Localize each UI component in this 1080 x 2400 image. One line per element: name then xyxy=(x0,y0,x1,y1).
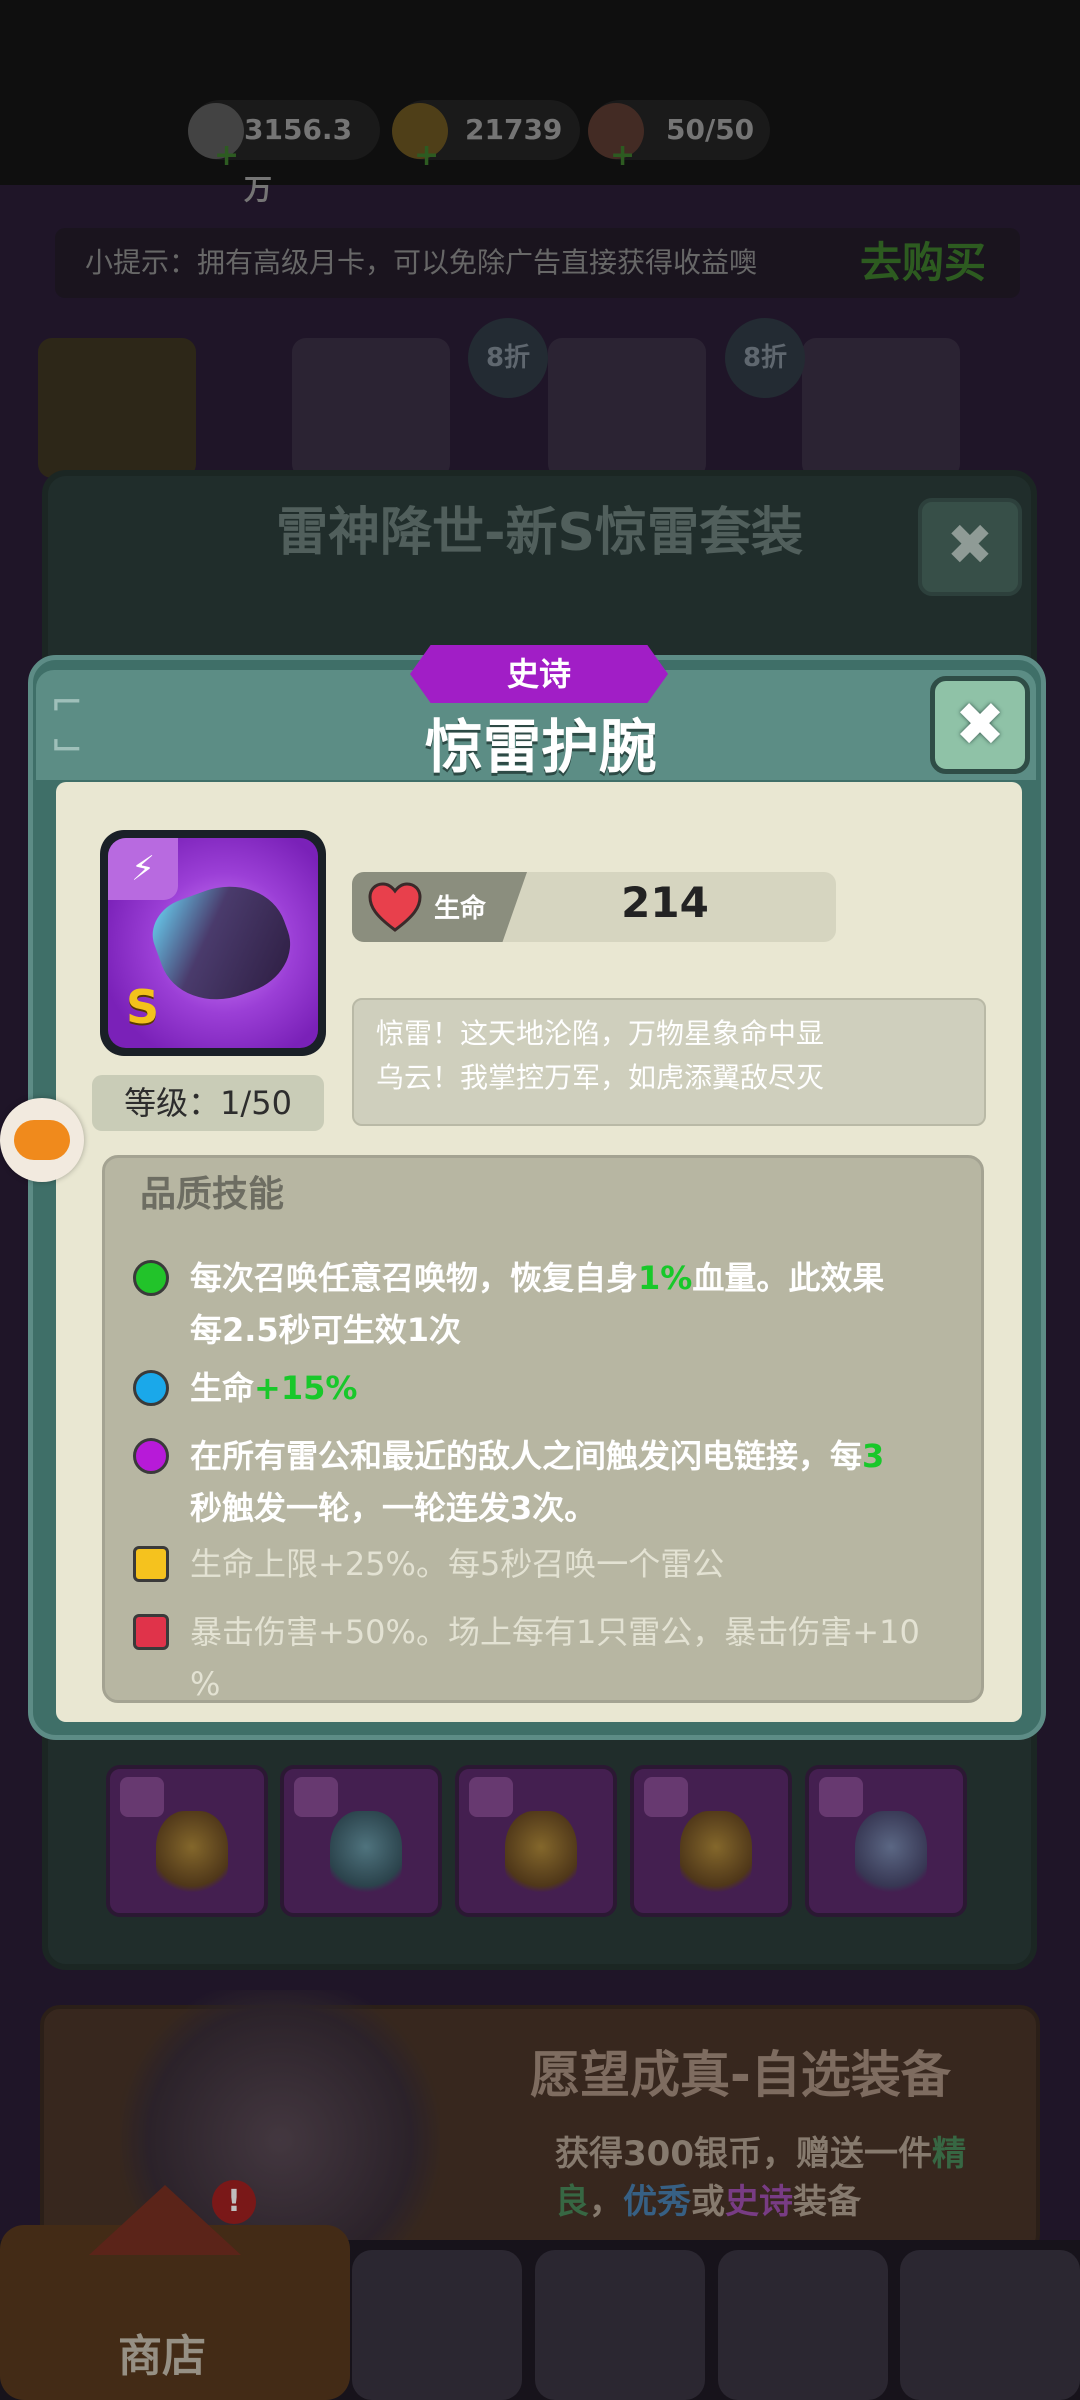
close-icon: ✖ xyxy=(954,690,1006,760)
armor-type-icon: ⚡ xyxy=(108,838,178,900)
close-button[interactable]: ✖ xyxy=(930,676,1030,774)
stat-label: 生命 xyxy=(434,894,487,924)
skill-dot-green-icon xyxy=(133,1260,169,1296)
heart-icon xyxy=(368,882,422,932)
skill-3-line2: 秒触发一轮，一轮连发3次。 xyxy=(190,1489,597,1527)
skill-3-text: 在所有雷公和最近的敌人之间触发闪电链接，每 xyxy=(190,1437,863,1475)
lock-icon xyxy=(133,1546,169,1582)
item-level: 等级：1/50 xyxy=(92,1075,324,1131)
gamepad-icon xyxy=(14,1120,70,1160)
skill-1: 每次召唤任意召唤物，恢复自身1%血量。此效果 每2.5秒可生效1次 xyxy=(190,1252,960,1356)
skills-title: 品质技能 xyxy=(140,1174,285,1215)
skill-1-text-b: 血量。此效果 xyxy=(692,1259,885,1297)
flavor-text-box: 惊雷！这天地沦陷，万物星象命中显 乌云！我掌控万军，如虎添翼敌尽灭 xyxy=(352,998,986,1126)
skill-3: 在所有雷公和最近的敌人之间触发闪电链接，每3 秒触发一轮，一轮连发3次。 xyxy=(190,1430,960,1534)
flavor-line-1: 惊雷！这天地沦陷，万物星象命中显 xyxy=(376,1017,825,1050)
flavor-line-2: 乌云！我掌控万军，如虎添翼敌尽灭 xyxy=(376,1061,825,1094)
skill-dot-purple-icon xyxy=(133,1438,169,1474)
skill-3-value: 3 xyxy=(862,1437,885,1475)
skill-1-value: 1% xyxy=(638,1259,693,1297)
skill-dot-blue-icon xyxy=(133,1370,169,1406)
skill-5-locked: 暴击伤害+50%。场上每有1只雷公，暴击伤害+10 % xyxy=(190,1606,960,1698)
skill-2-value: +15% xyxy=(254,1369,358,1407)
skill-4-locked: 生命上限+25%。每5秒召唤一个雷公 xyxy=(190,1545,725,1583)
rarity-badge: 史诗 xyxy=(410,645,668,703)
skill-2: 生命+15% xyxy=(190,1362,960,1414)
skill-1-text: 每次召唤任意召唤物，恢复自身 xyxy=(190,1259,639,1297)
grade-letter: S xyxy=(126,980,160,1034)
skill-1-line2: 每2.5秒可生效1次 xyxy=(190,1311,461,1349)
lock-icon xyxy=(133,1614,169,1650)
item-icon: ⚡ S xyxy=(100,830,326,1056)
skill-5-line2: % xyxy=(190,1665,221,1698)
item-name: 惊雷护腕 xyxy=(424,713,657,781)
gamepad-button[interactable] xyxy=(0,1098,84,1182)
stat-value: 214 xyxy=(621,878,709,927)
skill-2-text: 生命 xyxy=(190,1369,255,1407)
skill-5-line1: 暴击伤害+50%。场上每有1只雷公，暴击伤害+10 xyxy=(190,1613,920,1651)
